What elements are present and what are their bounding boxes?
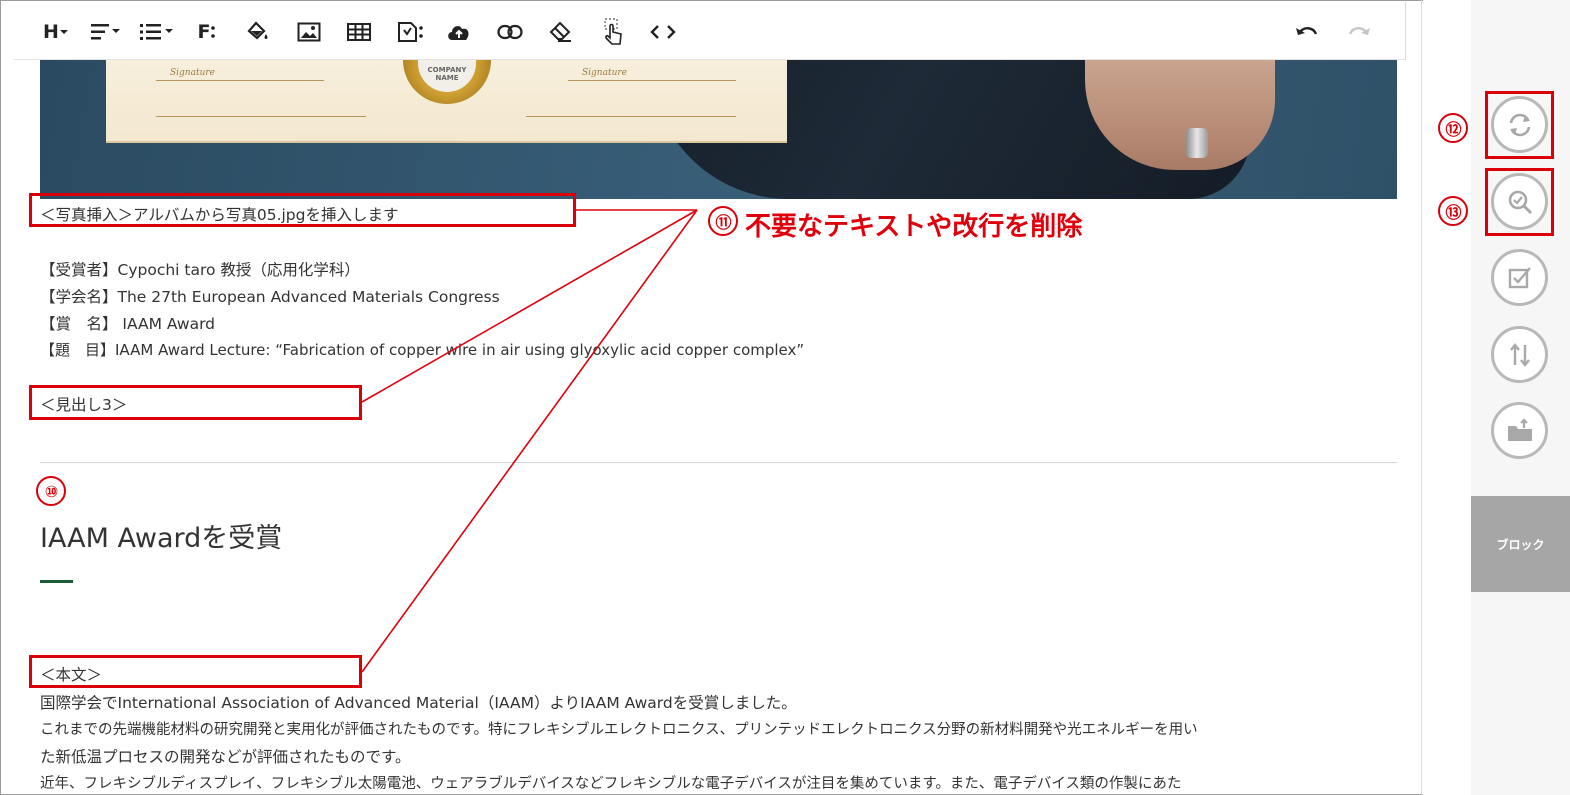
- folder-upload-icon: [1507, 417, 1532, 441]
- pointer-icon: [604, 18, 622, 45]
- inserted-photo[interactable]: Signature Signature COMPANY NAME: [40, 60, 1397, 199]
- more-dots-icon: [211, 26, 216, 38]
- signature-left: Signature: [170, 68, 216, 78]
- align-dropdown[interactable]: [86, 18, 126, 46]
- link-button[interactable]: [495, 18, 525, 46]
- certificate-graphic: Signature Signature COMPANY NAME: [106, 60, 787, 143]
- code-button[interactable]: [648, 18, 678, 46]
- annotation-number-10: ⑩: [36, 476, 66, 506]
- image-icon: [297, 22, 321, 42]
- checkbox-icon: [1508, 266, 1531, 288]
- check-button[interactable]: [1491, 249, 1548, 306]
- award-line-recipient: 【受賞者】Cypochi taro 教授（応用化学科）: [40, 261, 360, 279]
- export-button[interactable]: [1491, 402, 1548, 459]
- award-line-title: 【題 目】IAAM Award Lecture: “Fabrication of…: [40, 341, 805, 359]
- heading-dropdown[interactable]: H: [36, 18, 76, 46]
- seal-text: COMPANY NAME: [418, 60, 476, 92]
- link-icon: [497, 24, 523, 40]
- ornament-line-left: [156, 116, 366, 117]
- annotation-number-12: ⑫: [1438, 113, 1468, 143]
- annotation-number-11: ⑪: [708, 206, 738, 236]
- code-icon: [650, 25, 676, 39]
- annotation-label-11: 不要なテキストや改行を削除: [745, 212, 1083, 242]
- upload-button[interactable]: [444, 18, 474, 46]
- signature-line-left: [156, 80, 324, 81]
- divider: [40, 462, 1397, 463]
- annotation-box-photo-note: [29, 193, 576, 227]
- file-icon: [398, 22, 423, 42]
- undo-button[interactable]: [1292, 18, 1322, 46]
- annotation-box-refresh: [1485, 91, 1554, 159]
- eraser-button[interactable]: [546, 18, 576, 46]
- heading-accent-bar: [40, 580, 73, 583]
- annotation-number-13: ⑬: [1438, 196, 1468, 226]
- editor-toolbar: H F: [14, 2, 1406, 60]
- annotation-box-body-note: [29, 655, 362, 688]
- redo-button[interactable]: [1344, 18, 1374, 46]
- font-label: F: [197, 21, 211, 43]
- eraser-icon: [549, 21, 571, 42]
- body-line: 近年、フレキシブルディスプレイ、フレキシブル太陽電池、ウェアラブルデバイスなどフ…: [40, 776, 1182, 792]
- signature-right: Signature: [582, 68, 628, 78]
- list-icon: [140, 24, 173, 40]
- cloud-upload-icon: [448, 26, 469, 40]
- list-dropdown[interactable]: [136, 18, 178, 46]
- seal-icon: COMPANY NAME: [403, 60, 491, 104]
- annotation-box-search: [1485, 168, 1554, 236]
- fill-color-icon: [247, 21, 268, 40]
- align-icon: [91, 24, 120, 40]
- sort-icon: [1509, 342, 1530, 367]
- pointer-button[interactable]: [598, 18, 628, 46]
- font-button[interactable]: F: [192, 18, 222, 46]
- award-line-conference: 【学会名】The 27th European Advanced Material…: [40, 288, 500, 306]
- body-line: た新低温プロセスの開発などが評価されたものです。: [40, 748, 411, 766]
- ornament-line-right: [526, 116, 736, 117]
- redo-icon: [1348, 27, 1370, 35]
- fill-color-button[interactable]: [244, 18, 274, 46]
- award-line-name: 【賞 名】 IAAM Award: [40, 315, 216, 333]
- caret-down-icon: [59, 30, 68, 34]
- image-button[interactable]: [294, 18, 324, 46]
- table-button[interactable]: [344, 18, 374, 46]
- heading-label: H: [43, 21, 59, 43]
- undo-icon: [1296, 27, 1318, 35]
- body-line: 国際学会でInternational Association of Advanc…: [40, 694, 797, 712]
- block-tab[interactable]: ブロック: [1471, 496, 1570, 592]
- section-heading: IAAM Awardを受賞: [40, 523, 283, 554]
- signature-line-right: [568, 80, 736, 81]
- annotation-box-heading-note: [29, 385, 362, 420]
- body-line: これまでの先端機能材料の研究開発と実用化が評価されたものです。特にフレキシブルエ…: [40, 722, 1198, 738]
- photo-ring: [1186, 128, 1208, 158]
- table-icon: [347, 23, 371, 41]
- sort-button[interactable]: [1491, 326, 1548, 383]
- file-button[interactable]: [394, 18, 428, 46]
